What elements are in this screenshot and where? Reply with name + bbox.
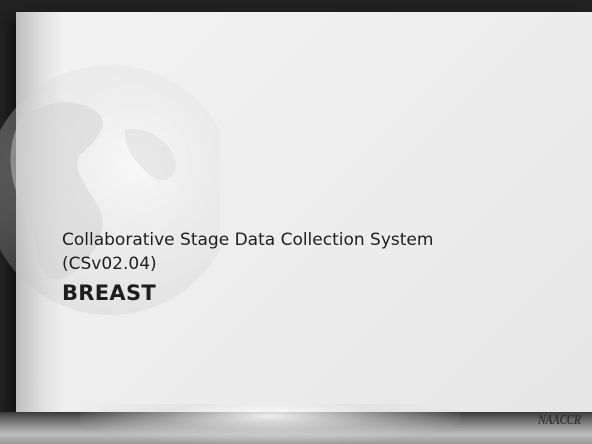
- bottom-shine: [80, 404, 460, 444]
- slide-title: BREAST: [62, 281, 157, 305]
- subtitle-line-1: Collaborative Stage Data Collection Syst…: [62, 230, 434, 250]
- slide-subtitle: Collaborative Stage Data Collection Syst…: [62, 228, 562, 276]
- naaccr-logo-icon: NAACCR: [538, 412, 581, 428]
- subtitle-line-2: (CSv02.04): [62, 254, 157, 274]
- slide: Collaborative Stage Data Collection Syst…: [0, 0, 592, 444]
